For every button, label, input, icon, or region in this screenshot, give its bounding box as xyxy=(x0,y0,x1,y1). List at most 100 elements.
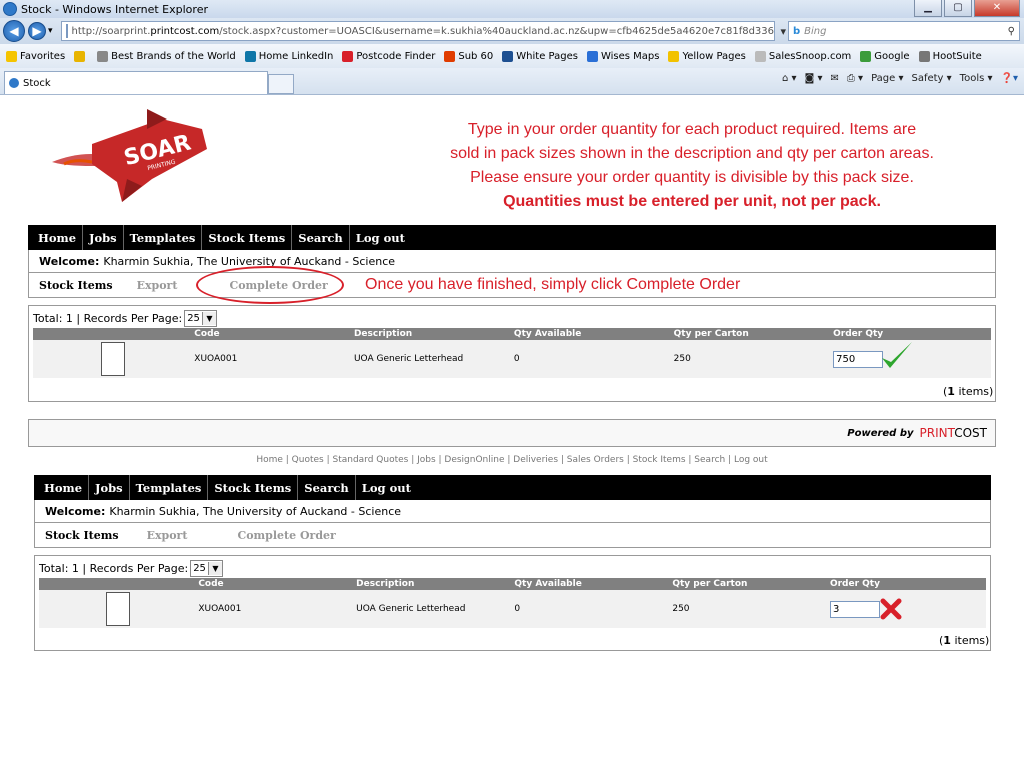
col-order-qty: Order Qty xyxy=(831,328,991,340)
powered-by: Powered by PRINTCOST xyxy=(847,426,987,440)
favorite-link[interactable]: Google xyxy=(860,50,910,62)
nav-jobs[interactable]: Jobs xyxy=(83,225,124,250)
home-icon[interactable]: ⌂ ▾ xyxy=(782,73,797,84)
new-tab-button[interactable] xyxy=(268,74,294,94)
mail-icon[interactable]: ✉ xyxy=(830,73,838,84)
favorite-label: Best Brands of the World xyxy=(111,50,236,62)
safety-menu[interactable]: Safety ▾ xyxy=(911,73,951,84)
favorite-link[interactable]: Home LinkedIn xyxy=(244,50,333,62)
order-qty-input[interactable] xyxy=(833,350,884,368)
favorite-link[interactable]: White Pages xyxy=(502,50,578,62)
print-icon[interactable]: ⎙ ▾ xyxy=(847,73,863,84)
url-prefix: http://soarprint. xyxy=(71,25,151,37)
history-dropdown-icon[interactable]: ▾ xyxy=(48,26,53,36)
product-thumbnail[interactable] xyxy=(100,342,125,376)
product-thumbnail[interactable] xyxy=(105,592,130,626)
favorite-label: Sub 60 xyxy=(458,50,494,62)
page-menu[interactable]: Page ▾ xyxy=(871,73,903,84)
per-page-value: 25 xyxy=(187,313,200,324)
maximize-button[interactable]: ▢ xyxy=(944,0,972,17)
favorite-label: SalesSnoop.com xyxy=(768,50,852,62)
favorites-button[interactable]: Favorites xyxy=(6,50,65,62)
printcost-logo: PRINTCOST xyxy=(920,426,988,440)
items-label: items) xyxy=(954,634,990,647)
tools-menu[interactable]: Tools ▾ xyxy=(960,73,993,84)
export-button[interactable]: Export xyxy=(147,529,188,542)
help-icon[interactable]: ❓▾ xyxy=(1001,73,1018,84)
items-number: 1 xyxy=(943,634,951,647)
search-icon[interactable]: ⚲ xyxy=(1008,26,1015,37)
total-label: Total: 1 | Records Per Page: xyxy=(39,562,189,575)
nav-home[interactable]: Home xyxy=(28,225,84,250)
checkmark-icon xyxy=(882,342,912,368)
minimize-button[interactable]: ▁ xyxy=(914,0,942,17)
favorite-label: Postcode Finder xyxy=(356,50,436,62)
url-field[interactable]: http://soarprint. printcost.com/stock.asp… xyxy=(60,21,775,41)
favorites-star-icon xyxy=(6,50,17,62)
printcost-cost: COST xyxy=(954,426,987,440)
col-order-qty: Order Qty xyxy=(827,578,986,590)
nav-home[interactable]: Home xyxy=(34,475,90,500)
subnav-stock-items[interactable]: Stock Items xyxy=(39,279,113,292)
favorite-link[interactable]: Best Brands of the World xyxy=(97,50,236,62)
nav-stock-items[interactable]: Stock Items xyxy=(208,475,299,500)
url-rest: /stock.aspx?customer=UOASCI&username=k.s… xyxy=(219,25,775,37)
yellowpages-icon xyxy=(668,50,680,62)
records-per-page-select[interactable]: 25 ▼ xyxy=(190,560,223,577)
code-cell: XUOA001 xyxy=(196,590,355,628)
sub-nav-2: Stock Items Export Complete Order xyxy=(34,523,991,548)
welcome-label: Welcome: xyxy=(39,254,100,268)
description-cell: UOA Generic Letterhead xyxy=(354,590,513,628)
add-favorites-icon[interactable] xyxy=(74,50,88,62)
favorite-link[interactable]: SalesSnoop.com xyxy=(754,50,852,62)
forward-button[interactable]: ▶ xyxy=(28,22,46,40)
tab-title: Stock xyxy=(23,77,51,89)
favorite-link[interactable]: HootSuite xyxy=(918,50,982,62)
search-box[interactable]: b Bing ⚲ xyxy=(788,21,1020,41)
linkedin-icon xyxy=(244,50,256,62)
order-qty-input[interactable] xyxy=(829,600,880,618)
instruction-emphasis: Quantities must be entered per unit, not… xyxy=(503,193,881,210)
ie-page-icon xyxy=(9,78,19,88)
items-label: items) xyxy=(958,385,994,398)
favorite-link[interactable]: Wises Maps xyxy=(586,50,660,62)
welcome-bar-2: Welcome: Kharmin Sukhia, The University … xyxy=(34,500,991,523)
nav-templates[interactable]: Templates xyxy=(130,475,209,500)
records-per-page-select[interactable]: 25 ▼ xyxy=(184,310,217,327)
thumbnail-cell xyxy=(39,590,197,628)
whitepages-icon xyxy=(502,50,514,62)
nav-jobs[interactable]: Jobs xyxy=(89,475,130,500)
footer-links[interactable]: Home | Quotes | Standard Quotes | Jobs |… xyxy=(0,455,1024,465)
nav-stock-items[interactable]: Stock Items xyxy=(202,225,293,250)
nav-search[interactable]: Search xyxy=(292,225,350,250)
welcome-bar: Welcome: Kharmin Sukhia, The University … xyxy=(28,250,996,273)
feeds-icon[interactable]: ◙ ▾ xyxy=(805,73,823,84)
salessnoop-icon xyxy=(754,50,766,62)
back-button[interactable]: ◀ xyxy=(3,20,25,42)
per-page-value: 25 xyxy=(193,563,206,574)
total-label: Total: 1 | Records Per Page: xyxy=(33,312,183,325)
nav-logout[interactable]: Log out xyxy=(350,225,411,250)
complete-order-button[interactable]: Complete Order xyxy=(237,529,335,542)
powered-by-bar: Powered by PRINTCOST xyxy=(28,419,996,447)
close-window-button[interactable]: ✕ xyxy=(974,0,1020,17)
export-button[interactable]: Export xyxy=(137,279,178,292)
favorite-link[interactable]: Sub 60 xyxy=(444,50,494,62)
powered-label: Powered by xyxy=(847,427,914,439)
window-title: Stock - Windows Internet Explorer xyxy=(21,2,208,16)
favorite-label: Wises Maps xyxy=(600,50,660,62)
favorite-link[interactable]: Yellow Pages xyxy=(668,50,746,62)
qty-available-cell: 0 xyxy=(512,590,671,628)
instruction-line: sold in pack sizes shown in the descript… xyxy=(450,145,934,162)
order-instructions: Type in your order quantity for each pro… xyxy=(400,118,984,214)
main-nav: Home Jobs Templates Stock Items Search L… xyxy=(28,225,996,250)
favorite-label: Google xyxy=(874,50,910,62)
nav-templates[interactable]: Templates xyxy=(124,225,203,250)
nav-search[interactable]: Search xyxy=(298,475,356,500)
favorite-link[interactable]: Postcode Finder xyxy=(342,50,436,62)
highlight-ellipse xyxy=(196,266,344,304)
address-dropdown-icon[interactable]: ▾ xyxy=(781,25,787,38)
subnav-stock-items[interactable]: Stock Items xyxy=(45,529,119,542)
nav-logout[interactable]: Log out xyxy=(356,475,417,500)
tab-stock[interactable]: Stock xyxy=(4,71,268,94)
